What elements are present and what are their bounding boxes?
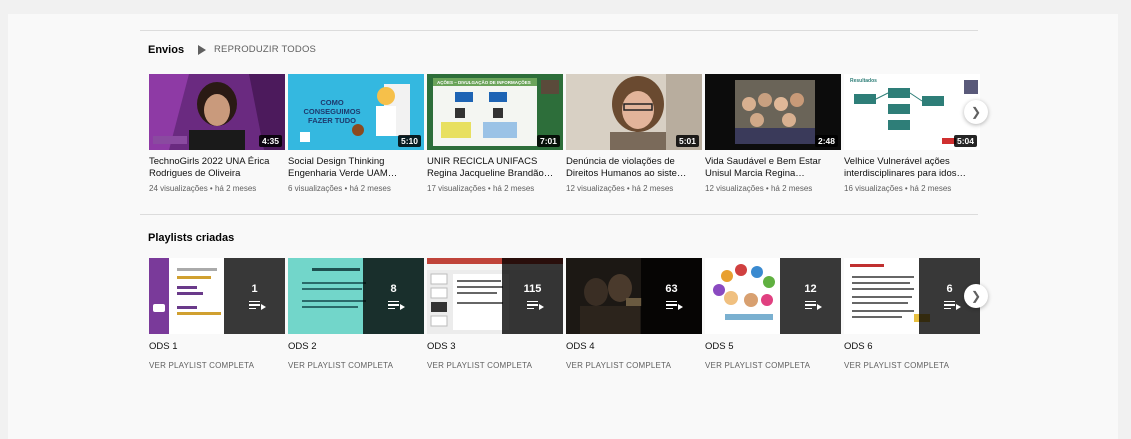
video-card[interactable]: Resultados 5:04 Velhice Vulnerável ações… [844, 74, 980, 193]
video-duration: 2:48 [814, 135, 838, 147]
playlist-card[interactable]: 1 ODS 1 VER PLAYLIST COMPLETA [149, 258, 285, 370]
video-thumbnail[interactable]: 5:01 [566, 74, 702, 150]
playlist-thumbnail[interactable]: 63 [566, 258, 702, 334]
view-count: 12 visualizações [566, 184, 625, 193]
playlist-title[interactable]: ODS 2 [288, 341, 424, 352]
video-title[interactable]: Denúncia de violações de Direitos Humano… [566, 156, 702, 180]
playlist-video-count: 12 [804, 282, 817, 295]
playlist-card[interactable]: 63 ODS 4 VER PLAYLIST COMPLETA [566, 258, 702, 370]
playlist-overlay: 115 [502, 258, 563, 334]
playlist-thumbnail[interactable]: 12 [705, 258, 841, 334]
uploads-row: 4:35 TechnoGirls 2022 UNA Érica Rodrigue… [149, 74, 980, 193]
playlist-card[interactable]: 8 ODS 2 VER PLAYLIST COMPLETA [288, 258, 424, 370]
video-duration: 5:01 [675, 135, 699, 147]
view-full-playlist-link[interactable]: VER PLAYLIST COMPLETA [427, 361, 563, 370]
upload-age: há 2 meses [631, 184, 674, 193]
view-full-playlist-link[interactable]: VER PLAYLIST COMPLETA [705, 361, 841, 370]
view-full-playlist-link[interactable]: VER PLAYLIST COMPLETA [566, 361, 702, 370]
playlist-video-count: 8 [390, 282, 397, 295]
video-duration: 5:10 [397, 135, 421, 147]
playlist-card[interactable]: 6 ODS 6 VER PLAYLIST COMPLETA [844, 258, 980, 370]
playlist-video-count: 6 [946, 282, 953, 295]
view-count: 24 visualizações [149, 184, 208, 193]
play-all-button[interactable]: REPRODUZIR TODOS [198, 44, 316, 55]
video-title[interactable]: Social Design Thinking Engenharia Verde … [288, 156, 424, 180]
playlist-overlay: 1 [224, 258, 285, 334]
playlists-shelf-title[interactable]: Playlists criadas [148, 232, 234, 244]
playlist-overlay: 8 [363, 258, 424, 334]
video-thumbnail[interactable]: COMO CONSEGUIMOS FAZER TUDO 5:10 [288, 74, 424, 150]
playlist-thumbnail[interactable]: 115 [427, 258, 563, 334]
playlist-icon [805, 300, 822, 311]
chevron-right-icon: ❯ [970, 289, 982, 303]
video-duration: 5:04 [953, 135, 977, 147]
play-icon [198, 44, 206, 55]
video-meta: 24 visualizações • há 2 meses [149, 184, 257, 193]
playlist-thumbnail[interactable]: 8 [288, 258, 424, 334]
video-thumbnail[interactable]: 4:35 [149, 74, 285, 150]
playlist-icon [666, 300, 683, 311]
video-card[interactable]: 2:48 Vida Saudável e Bem Estar Unisul Ma… [705, 74, 841, 193]
playlist-title[interactable]: ODS 6 [844, 341, 980, 352]
video-card[interactable]: 4:35 TechnoGirls 2022 UNA Érica Rodrigue… [149, 74, 285, 193]
video-title[interactable]: TechnoGirls 2022 UNA Érica Rodrigues de … [149, 156, 285, 180]
view-count: 17 visualizações [427, 184, 486, 193]
playlists-next-button[interactable]: ❯ [964, 284, 988, 308]
playlist-overlay: 12 [780, 258, 841, 334]
playlists-row: 1 ODS 1 VER PLAYLIST COMPLETA 8 ODS 2 VE… [149, 258, 980, 370]
video-meta: 16 visualizações • há 2 meses [844, 184, 952, 193]
playlist-title[interactable]: ODS 5 [705, 341, 841, 352]
video-card[interactable]: AÇÕES – DIVULGAÇÃO DE INFORMAÇÕES 7:01 U… [427, 74, 563, 193]
playlist-video-count: 63 [665, 282, 678, 295]
video-thumbnail[interactable]: Resultados 5:04 [844, 74, 980, 150]
top-divider [140, 30, 978, 31]
playlist-title[interactable]: ODS 4 [566, 341, 702, 352]
view-full-playlist-link[interactable]: VER PLAYLIST COMPLETA [288, 361, 424, 370]
video-duration: 7:01 [536, 135, 560, 147]
playlist-card[interactable]: 12 ODS 5 VER PLAYLIST COMPLETA [705, 258, 841, 370]
playlist-title[interactable]: ODS 3 [427, 341, 563, 352]
upload-age: há 2 meses [349, 184, 391, 193]
playlist-icon [944, 300, 961, 311]
playlist-icon [249, 300, 266, 311]
playlist-video-count: 115 [523, 282, 542, 295]
video-thumbnail[interactable]: AÇÕES – DIVULGAÇÃO DE INFORMAÇÕES 7:01 [427, 74, 563, 150]
video-meta: 17 visualizações • há 2 meses [427, 184, 535, 193]
video-card[interactable]: 5:01 Denúncia de violações de Direitos H… [566, 74, 702, 193]
playlist-overlay: 63 [641, 258, 702, 334]
view-full-playlist-link[interactable]: VER PLAYLIST COMPLETA [844, 361, 980, 370]
video-meta: 6 visualizações • há 2 meses [288, 184, 391, 193]
view-full-playlist-link[interactable]: VER PLAYLIST COMPLETA [149, 361, 285, 370]
view-count: 6 visualizações [288, 184, 343, 193]
uploads-shelf-title[interactable]: Envios [148, 44, 184, 56]
playlist-icon [527, 300, 544, 311]
upload-age: há 2 meses [214, 184, 257, 193]
chevron-right-icon: ❯ [970, 105, 982, 119]
view-count: 16 visualizações [844, 184, 903, 193]
play-all-label: REPRODUZIR TODOS [214, 44, 317, 55]
uploads-next-button[interactable]: ❯ [964, 100, 988, 124]
video-meta: 12 visualizações • há 2 meses [705, 184, 813, 193]
playlist-thumbnail[interactable]: 6 [844, 258, 980, 334]
playlist-thumbnail[interactable]: 1 [149, 258, 285, 334]
thumbnail-caption: COMO CONSEGUIMOS FAZER TUDO [303, 98, 361, 125]
playlist-card[interactable]: 115 ODS 3 VER PLAYLIST COMPLETA [427, 258, 563, 370]
playlist-title[interactable]: ODS 1 [149, 341, 285, 352]
shelf-divider [140, 214, 978, 215]
video-title[interactable]: Velhice Vulnerável ações interdisciplina… [844, 156, 980, 180]
video-duration: 4:35 [258, 135, 282, 147]
view-count: 12 visualizações [705, 184, 764, 193]
video-title[interactable]: Vida Saudável e Bem Estar Unisul Marcia … [705, 156, 841, 180]
thumbnail-caption: AÇÕES – DIVULGAÇÃO DE INFORMAÇÕES [437, 80, 531, 85]
upload-age: há 2 meses [909, 184, 952, 193]
video-thumbnail[interactable]: 2:48 [705, 74, 841, 150]
thumbnail-caption: Resultados [850, 78, 877, 84]
upload-age: há 2 meses [492, 184, 535, 193]
video-card[interactable]: COMO CONSEGUIMOS FAZER TUDO 5:10 Social … [288, 74, 424, 193]
video-meta: 12 visualizações • há 2 meses [566, 184, 674, 193]
playlist-video-count: 1 [251, 282, 258, 295]
video-title[interactable]: UNIR RECICLA UNIFACS Regina Jacqueline B… [427, 156, 563, 180]
playlist-icon [388, 300, 405, 311]
upload-age: há 2 meses [770, 184, 813, 193]
